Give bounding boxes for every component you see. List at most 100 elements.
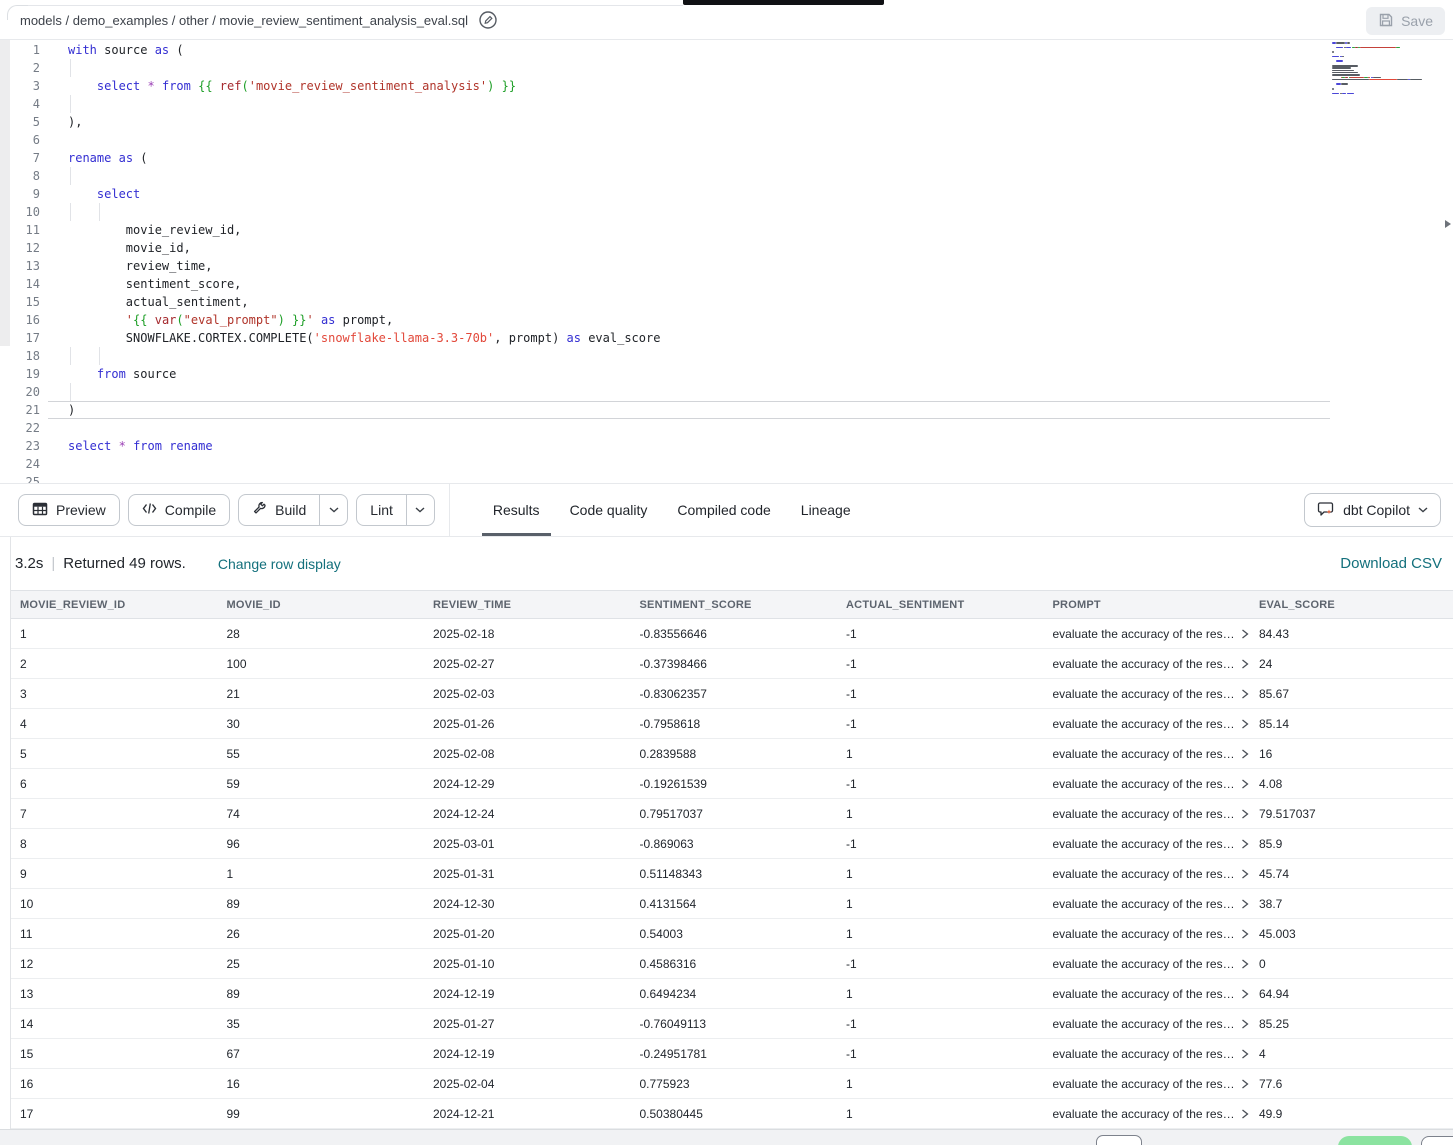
- line-number: 2: [0, 59, 40, 77]
- expand-prompt-chevron-icon[interactable]: [1241, 1049, 1249, 1059]
- table-cell: 89: [218, 987, 425, 1001]
- table-row: 8962025-03-01-0.869063-1evaluate the acc…: [11, 829, 1453, 859]
- table-cell: 4.08: [1250, 777, 1453, 791]
- table-cell: 85.25: [1250, 1017, 1453, 1031]
- table-cell: -1: [837, 717, 1044, 731]
- line-number: 17: [0, 329, 40, 347]
- table-cell: 38.7: [1250, 897, 1453, 911]
- expand-prompt-chevron-icon[interactable]: [1241, 689, 1249, 699]
- save-button[interactable]: Save: [1366, 7, 1445, 35]
- table-cell: 2025-02-03: [424, 687, 631, 701]
- code-line-5: 5),: [0, 113, 1453, 131]
- tab-results[interactable]: Results: [478, 484, 555, 536]
- bottom-green-pill[interactable]: [1338, 1136, 1412, 1145]
- tab-lineage[interactable]: Lineage: [786, 484, 866, 536]
- expand-prompt-chevron-icon[interactable]: [1241, 779, 1249, 789]
- expand-prompt-chevron-icon[interactable]: [1241, 1019, 1249, 1029]
- code-line-18: 18: [0, 347, 1453, 365]
- line-number: 4: [0, 95, 40, 113]
- expand-prompt-chevron-icon[interactable]: [1241, 1079, 1249, 1089]
- status-separator: |: [51, 555, 55, 572]
- build-button[interactable]: Build: [239, 495, 319, 525]
- scrollbar-handle-icon[interactable]: [1445, 220, 1451, 228]
- expand-prompt-chevron-icon[interactable]: [1241, 869, 1249, 879]
- editor-toolbar: Preview Compile Build: [0, 483, 1453, 537]
- window-notch: [683, 0, 884, 5]
- code-line-3: 3 select * from {{ ref('movie_review_sen…: [0, 77, 1453, 95]
- line-number: 9: [0, 185, 40, 203]
- table-cell: 1: [837, 987, 1044, 1001]
- copilot-label: dbt Copilot: [1343, 502, 1410, 518]
- tab-code-quality[interactable]: Code quality: [555, 484, 663, 536]
- preview-button[interactable]: Preview: [18, 494, 120, 526]
- expand-prompt-chevron-icon[interactable]: [1241, 809, 1249, 819]
- expand-prompt-chevron-icon[interactable]: [1241, 1109, 1249, 1119]
- table-cell: 79.517037: [1250, 807, 1453, 821]
- download-csv-link[interactable]: Download CSV: [1334, 554, 1448, 573]
- preview-label: Preview: [56, 502, 106, 518]
- dbt-cloud-ide: models / demo_examples / other / movie_r…: [0, 0, 1453, 1145]
- expand-prompt-chevron-icon[interactable]: [1241, 899, 1249, 909]
- compile-label: Compile: [165, 502, 216, 518]
- table-cell: 3: [11, 687, 218, 701]
- table-cell: -1: [837, 687, 1044, 701]
- table-cell: -1: [837, 837, 1044, 851]
- table-body: 1282025-02-18-0.83556646-1evaluate the a…: [11, 619, 1453, 1129]
- table-cell: -1: [837, 957, 1044, 971]
- line-number: 14: [0, 275, 40, 293]
- expand-prompt-chevron-icon[interactable]: [1241, 629, 1249, 639]
- table-row: 7742024-12-240.795170371evaluate the acc…: [11, 799, 1453, 829]
- prompt-cell: evaluate the accuracy of the res…: [1044, 627, 1251, 641]
- table-cell: -0.37398466: [631, 657, 838, 671]
- expand-prompt-chevron-icon[interactable]: [1241, 929, 1249, 939]
- bottom-partial-button-2[interactable]: [1421, 1136, 1453, 1145]
- expand-prompt-chevron-icon[interactable]: [1241, 659, 1249, 669]
- prompt-cell: evaluate the accuracy of the res…: [1044, 837, 1251, 851]
- column-header: PROMPT: [1044, 599, 1251, 611]
- code-editor[interactable]: 1with source as (23 select * from {{ ref…: [0, 40, 1453, 483]
- minimap[interactable]: [1330, 42, 1445, 134]
- line-number: 20: [0, 383, 40, 401]
- code-line-24: 24: [0, 455, 1453, 473]
- query-time: 3.2s: [15, 555, 43, 572]
- table-cell: 85.67: [1250, 687, 1453, 701]
- table-row: 17992024-12-210.503804451evaluate the ac…: [11, 1099, 1453, 1129]
- table-cell: 85.9: [1250, 837, 1453, 851]
- tab-compiled-code[interactable]: Compiled code: [662, 484, 785, 536]
- change-row-display-link[interactable]: Change row display: [212, 555, 347, 573]
- table-cell: -0.7958618: [631, 717, 838, 731]
- table-cell: 28: [218, 627, 425, 641]
- table-cell: 1: [837, 807, 1044, 821]
- lint-dropdown-button[interactable]: [406, 495, 434, 525]
- build-dropdown-button[interactable]: [319, 495, 347, 525]
- table-cell: -0.19261539: [631, 777, 838, 791]
- expand-prompt-chevron-icon[interactable]: [1241, 749, 1249, 759]
- table-cell: 1: [837, 867, 1044, 881]
- table-cell: 1: [837, 747, 1044, 761]
- lint-button[interactable]: Lint: [357, 495, 406, 525]
- save-icon: [1378, 12, 1394, 31]
- prompt-cell: evaluate the accuracy of the res…: [1044, 987, 1251, 1001]
- table-cell: -1: [837, 627, 1044, 641]
- expand-prompt-chevron-icon[interactable]: [1241, 839, 1249, 849]
- column-header: MOVIE_ID: [218, 599, 425, 611]
- code-lines: 1with source as (23 select * from {{ ref…: [0, 41, 1453, 483]
- expand-prompt-chevron-icon[interactable]: [1241, 719, 1249, 729]
- code-line-20: 20: [0, 383, 1453, 401]
- table-cell: 99: [218, 1107, 425, 1121]
- line-number: 11: [0, 221, 40, 239]
- table-cell: 1: [837, 1107, 1044, 1121]
- table-row: 3212025-02-03-0.83062357-1evaluate the a…: [11, 679, 1453, 709]
- table-cell: 67: [218, 1047, 425, 1061]
- bottom-partial-button[interactable]: [1096, 1135, 1142, 1145]
- expand-prompt-chevron-icon[interactable]: [1241, 959, 1249, 969]
- save-label: Save: [1401, 13, 1433, 29]
- compile-button[interactable]: Compile: [128, 494, 230, 526]
- lint-label: Lint: [370, 502, 393, 518]
- breadcrumb: models / demo_examples / other / movie_r…: [20, 13, 468, 28]
- table-cell: 74: [218, 807, 425, 821]
- dbt-copilot-button[interactable]: dbt Copilot: [1304, 493, 1441, 527]
- table-cell: 14: [11, 1017, 218, 1031]
- column-header: SENTIMENT_SCORE: [631, 599, 838, 611]
- expand-prompt-chevron-icon[interactable]: [1241, 989, 1249, 999]
